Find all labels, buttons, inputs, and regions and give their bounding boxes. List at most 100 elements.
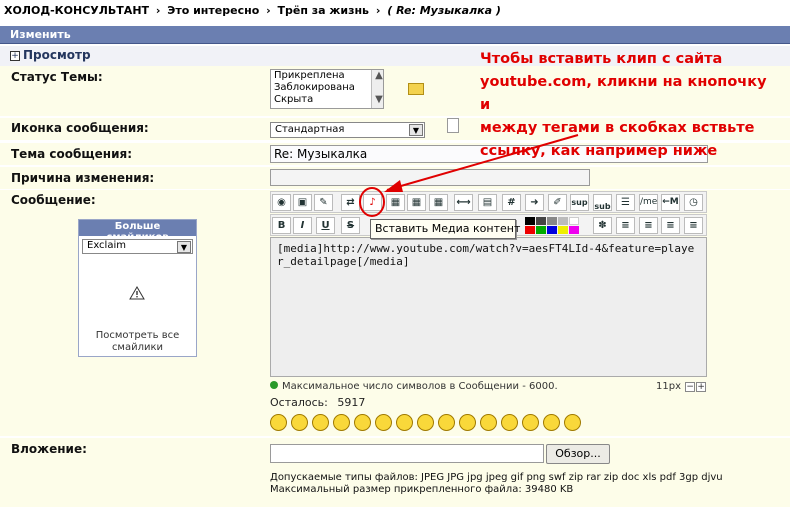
smiley-icon[interactable] xyxy=(522,414,539,431)
breadcrumb-separator: › xyxy=(375,4,381,17)
smiley-icon[interactable] xyxy=(396,414,413,431)
smilies-title: Больше смайликов xyxy=(79,220,196,243)
color-swatch[interactable] xyxy=(547,217,557,225)
quote-icon[interactable]: ➜ xyxy=(525,194,544,211)
smiley-icon[interactable] xyxy=(480,414,497,431)
marquee-button[interactable]: ←M xyxy=(661,194,680,211)
remaining-value: 5917 xyxy=(337,396,366,409)
color-swatch[interactable] xyxy=(525,226,535,234)
sub-button[interactable]: sub xyxy=(593,194,612,211)
browse-button[interactable]: Обзор... xyxy=(546,444,610,464)
print-icon[interactable]: ▤ xyxy=(478,194,497,211)
breadcrumb: ХОЛОД-КОНСУЛЬТАНТ › Это интересно › Трёп… xyxy=(4,4,501,17)
smilies-category-select[interactable]: Exclaim ▼ xyxy=(82,239,193,254)
status-option[interactable]: Прикреплена xyxy=(271,70,383,82)
smiley-icon[interactable] xyxy=(291,414,308,431)
folder-icon[interactable] xyxy=(408,83,424,95)
palette-icon[interactable]: ✽ xyxy=(593,217,612,234)
hash-button[interactable]: # xyxy=(502,194,521,211)
smiley-icon[interactable] xyxy=(543,414,560,431)
font-size-value: 11px xyxy=(656,381,681,392)
clock-icon[interactable]: ◷ xyxy=(684,194,703,211)
color-swatch[interactable] xyxy=(547,226,557,234)
bold-button[interactable]: B xyxy=(272,217,291,234)
warning-icon xyxy=(129,286,145,300)
max-chars-text: Максимальное число символов в Сообщении … xyxy=(282,381,558,392)
plus-icon[interactable]: + xyxy=(696,382,707,392)
attachment-label: Вложение: xyxy=(11,442,87,456)
color-swatch[interactable] xyxy=(558,217,568,225)
color-swatch[interactable] xyxy=(569,217,579,225)
color-swatch[interactable] xyxy=(536,217,546,225)
edit-icon[interactable]: ✐ xyxy=(548,194,567,211)
color-swatch[interactable] xyxy=(536,226,546,234)
strike-button[interactable]: S xyxy=(341,217,360,234)
color-swatch[interactable] xyxy=(569,226,579,234)
globe-icon[interactable]: ◉ xyxy=(272,194,291,211)
align-center-icon[interactable]: ≡ xyxy=(639,217,658,234)
breadcrumb-site[interactable]: ХОЛОД-КОНСУЛЬТАНТ xyxy=(4,4,149,17)
align-right-icon[interactable]: ≡ xyxy=(661,217,680,234)
smiley-icon[interactable] xyxy=(564,414,581,431)
smiley-icon[interactable] xyxy=(417,414,434,431)
smiley-icon[interactable] xyxy=(438,414,455,431)
breadcrumb-separator: › xyxy=(155,4,161,17)
table-icon[interactable]: ▦ xyxy=(407,194,426,211)
document-icon xyxy=(447,118,459,133)
preview-label: Просмотр xyxy=(23,48,91,62)
breadcrumb-thread[interactable]: Трёп за жизнь xyxy=(278,4,370,17)
allowed-types: Допускаемые типы файлов: JPEG JPG jpg jp… xyxy=(270,472,723,483)
annotation-line: ссылку, как например ниже xyxy=(480,143,718,159)
smiley-icon[interactable] xyxy=(354,414,371,431)
reason-label: Причина изменения: xyxy=(11,171,155,185)
italic-button[interactable]: I xyxy=(293,217,312,234)
annotation-line: Чтобы вставить клип с сайта xyxy=(480,51,723,67)
breadcrumb-section[interactable]: Это интересно xyxy=(167,4,259,17)
message-icon-select[interactable]: Стандартная ▼ xyxy=(270,122,425,138)
attach-icon[interactable]: ✎ xyxy=(314,194,333,211)
remaining-label: Осталось: xyxy=(270,396,328,409)
reason-input[interactable] xyxy=(270,169,590,186)
message-textarea[interactable]: [media]http://www.youtube.com/watch?v=ae… xyxy=(270,237,707,377)
chevron-down-icon[interactable]: ▼ xyxy=(409,124,423,136)
minus-icon[interactable]: − xyxy=(685,382,696,392)
status-listbox[interactable]: Прикреплена Заблокирована Скрыта ▲ ▼ xyxy=(270,69,384,109)
color-swatch[interactable] xyxy=(558,226,568,234)
media-icon[interactable]: ♪ xyxy=(363,194,382,211)
table-icon[interactable]: ▦ xyxy=(429,194,448,211)
smiley-icon[interactable] xyxy=(312,414,329,431)
more-smilies-link[interactable]: Посмотреть все смайлики xyxy=(79,330,196,354)
listbox-scrollbar[interactable]: ▲ ▼ xyxy=(371,70,383,108)
list-icon[interactable]: ☰ xyxy=(616,194,635,211)
message-label: Сообщение: xyxy=(11,193,96,207)
breadcrumb-separator: › xyxy=(266,4,271,17)
emoticon-row xyxy=(270,414,585,434)
file-input[interactable] xyxy=(270,444,544,463)
file-types-note: Допускаемые типы файлов: JPEG JPG jpg jp… xyxy=(270,472,723,496)
status-option[interactable]: Заблокирована xyxy=(271,82,383,94)
table-icon[interactable]: ▦ xyxy=(386,194,405,211)
annotation-note: Чтобы вставить клип с сайта youtube.com,… xyxy=(480,48,780,163)
editor-toolbar-top: ◉ ▣ ✎ ⇄ ♪ ▦ ▦ ▦ ⟷ ▤ # ➜ ✐ sup sub ☰ /me … xyxy=(270,191,707,213)
smiley-icon[interactable] xyxy=(333,414,350,431)
icon-label: Иконка сообщения: xyxy=(11,121,149,135)
image-icon[interactable]: ▣ xyxy=(293,194,312,211)
sup-button[interactable]: sup xyxy=(570,194,589,211)
smiley-icon[interactable] xyxy=(375,414,392,431)
hr-icon[interactable]: ⟷ xyxy=(454,194,473,211)
edit-header: Изменить xyxy=(0,26,790,44)
me-button[interactable]: /me xyxy=(639,194,658,211)
font-size-control: 11px − + xyxy=(656,381,707,392)
message-icon-value: Стандартная xyxy=(275,124,345,135)
color-swatch[interactable] xyxy=(525,217,535,225)
smiley-icon[interactable] xyxy=(459,414,476,431)
smiley-icon[interactable] xyxy=(270,414,287,431)
chevron-down-icon[interactable]: ▼ xyxy=(177,241,191,253)
expand-icon[interactable]: + xyxy=(10,51,20,61)
smiley-icon[interactable] xyxy=(501,414,518,431)
underline-button[interactable]: U xyxy=(316,217,335,234)
swap-icon[interactable]: ⇄ xyxy=(341,194,360,211)
align-left-icon[interactable]: ≡ xyxy=(616,217,635,234)
status-option[interactable]: Скрыта xyxy=(271,94,383,106)
justify-icon[interactable]: ≡ xyxy=(684,217,703,234)
